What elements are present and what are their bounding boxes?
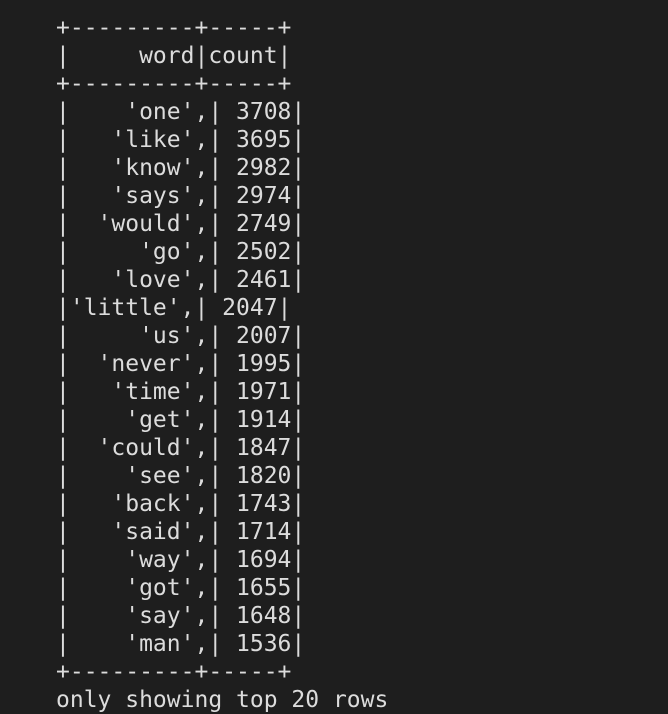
- table-row: | 'got',| 1655|: [56, 575, 306, 601]
- table-row: | 'get',| 1914|: [56, 407, 306, 433]
- table-row: | 'time',| 1971|: [56, 379, 306, 405]
- table-row: | 'know',| 2982|: [56, 155, 306, 181]
- table-row: | 'like',| 3695|: [56, 127, 306, 153]
- table-row: | 'said',| 1714|: [56, 519, 306, 545]
- footer-note: only showing top 20 rows: [56, 687, 389, 713]
- table-row: | 'go',| 2502|: [56, 239, 306, 265]
- table-row: | 'man',| 1536|: [56, 631, 306, 657]
- table-row: | 'say',| 1648|: [56, 603, 306, 629]
- table-row: | 'see',| 1820|: [56, 463, 306, 489]
- table-row: | 'us',| 2007|: [56, 323, 306, 349]
- table-row: | 'could',| 1847|: [56, 435, 306, 461]
- terminal-output: +---------+-----+ | word|count| +---------…: [56, 14, 388, 714]
- table-row: | 'way',| 1694|: [56, 547, 306, 573]
- table-row: |'little',| 2047|: [56, 295, 292, 321]
- table-row: | 'one',| 3708|: [56, 99, 306, 125]
- table-row: | 'back',| 1743|: [56, 491, 306, 517]
- table-row: | 'love',| 2461|: [56, 267, 306, 293]
- table-border-bottom: +---------+-----+: [56, 659, 292, 685]
- table-header: | word|count|: [56, 43, 292, 69]
- table-border-top: +---------+-----+: [56, 15, 292, 41]
- table-border-header: +---------+-----+: [56, 71, 292, 97]
- table-row: | 'says',| 2974|: [56, 183, 306, 209]
- table-row: | 'never',| 1995|: [56, 351, 306, 377]
- table-row: | 'would',| 2749|: [56, 211, 306, 237]
